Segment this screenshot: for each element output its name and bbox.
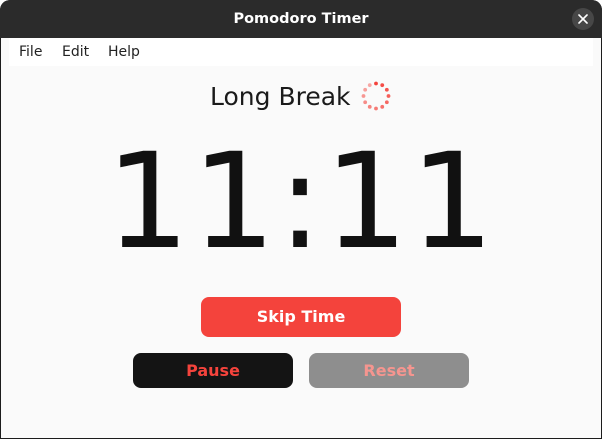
close-icon xyxy=(578,14,588,24)
menu-item-help[interactable]: Help xyxy=(108,38,140,66)
menu-item-file[interactable]: File xyxy=(19,38,42,66)
menu-item-edit[interactable]: Edit xyxy=(62,38,89,66)
app-window: Pomodoro Timer File Edit Help Long Break xyxy=(0,0,602,439)
loading-spinner-icon xyxy=(361,81,391,111)
pause-button[interactable]: Pause xyxy=(133,353,293,388)
skip-time-button[interactable]: Skip Time xyxy=(201,297,401,337)
close-button[interactable] xyxy=(572,8,594,30)
window-title: Pomodoro Timer xyxy=(233,11,369,27)
reset-button[interactable]: Reset xyxy=(309,353,469,388)
timer-display: 11:11 xyxy=(105,125,497,279)
menu-bar: File Edit Help xyxy=(9,38,593,66)
title-bar: Pomodoro Timer xyxy=(0,0,602,38)
timer-mode-label: Long Break xyxy=(210,82,351,111)
